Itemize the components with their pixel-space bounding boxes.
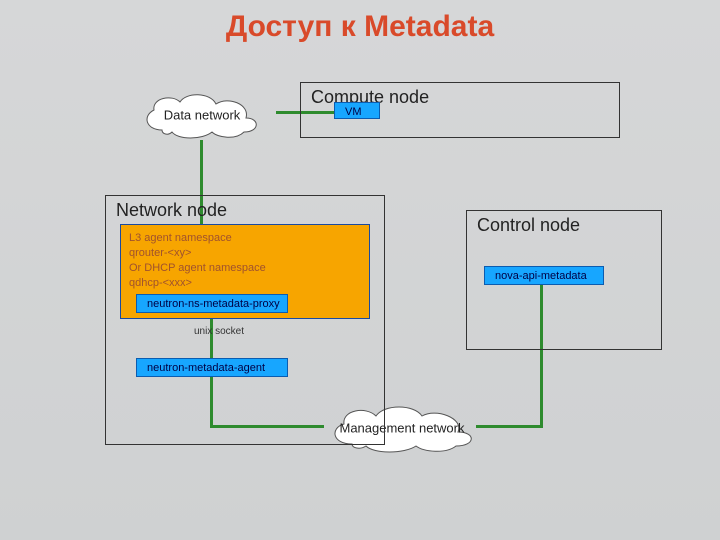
neutron-ns-metadata-proxy-chip: neutron-ns-metadata-proxy [136,294,288,313]
network-node-title: Network node [116,200,227,221]
l3-agent-text: L3 agent namespace qrouter-<xy> Or DHCP … [129,231,361,290]
nova-api-metadata-chip: nova-api-metadata [484,266,604,285]
unix-socket-label: unix socket [194,326,244,337]
vm-chip: VM [334,102,380,119]
slide: Доступ к Metadata Data network Managemen… [0,0,720,540]
cloud-data-network: Data network [132,86,272,144]
control-node-title: Control node [477,215,580,236]
page-title: Доступ к Metadata [0,10,720,44]
neutron-metadata-agent-chip: neutron-metadata-agent [136,358,288,377]
cloud-data-label: Data network [132,108,272,123]
